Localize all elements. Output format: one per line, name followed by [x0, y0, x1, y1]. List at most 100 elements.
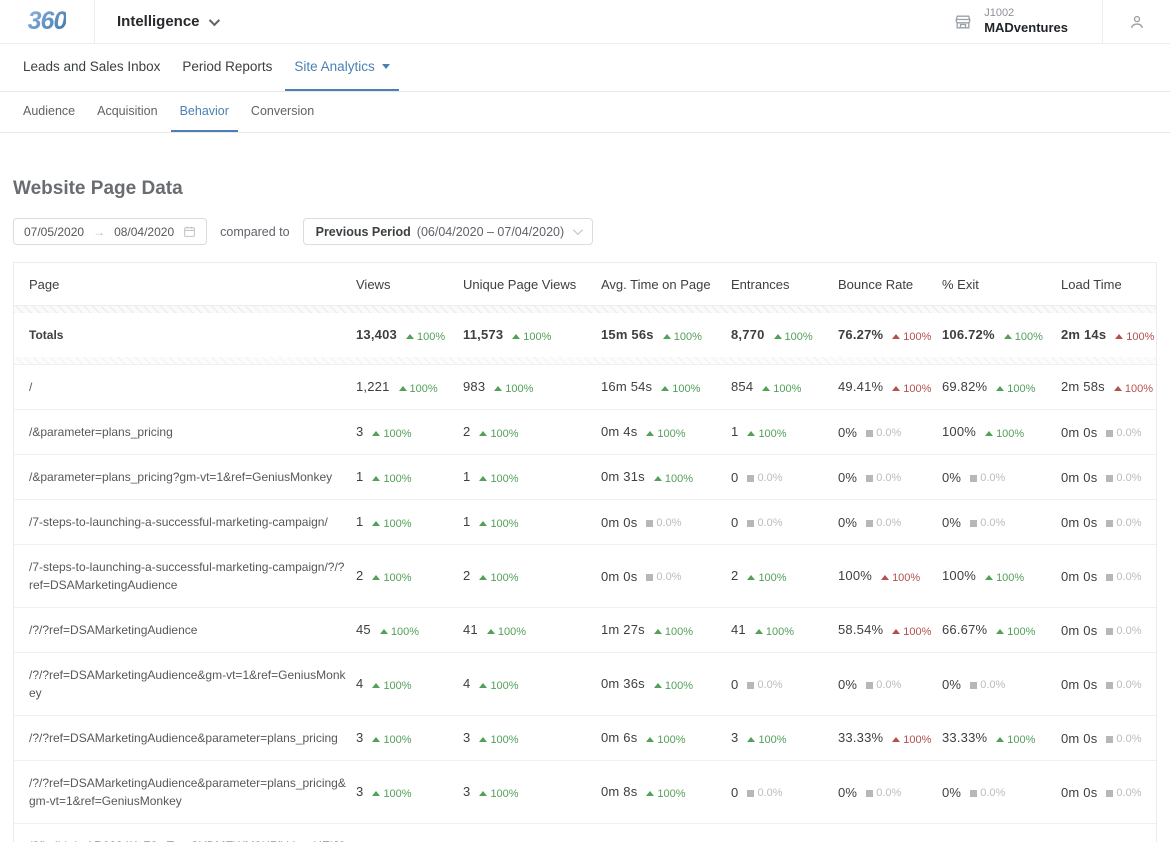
- trend-change: 100%: [390, 625, 420, 638]
- page-path: /?/?ref=DSAMarketingAudience&parameter=p…: [29, 731, 338, 745]
- nav-item-site-analytics[interactable]: Site Analytics: [285, 44, 399, 91]
- report-controls: 07/05/2020 → 08/04/2020 compared to Prev…: [13, 218, 1157, 245]
- metric-value: 983: [463, 379, 486, 395]
- metric-value: 106.72%: [942, 327, 995, 343]
- no-change-icon: [747, 474, 755, 482]
- column-header-unique-page-views[interactable]: Unique Page Views: [463, 277, 601, 292]
- no-change-icon: [1106, 627, 1114, 635]
- page-path: /?/?ref=DSAMarketingAudience&parameter=p…: [29, 776, 346, 808]
- metric-cell: 8,770 100%: [731, 327, 838, 343]
- neutral-indicator: 0.0%: [1106, 787, 1141, 799]
- metric-value: 0m 0s: [1061, 622, 1098, 638]
- trend-indicator: 100%: [996, 734, 1035, 746]
- trend-change: 0.0%: [876, 472, 902, 484]
- column-header-views[interactable]: Views: [356, 277, 463, 292]
- metric-cell: 1 100%: [356, 514, 463, 530]
- intelligence-menu[interactable]: Intelligence: [117, 0, 220, 43]
- trend-change: 100%: [490, 472, 519, 485]
- tab-audience[interactable]: Audience: [14, 92, 84, 132]
- metric-value: 100%: [942, 424, 977, 440]
- metric-value: 0m 0s: [1061, 730, 1098, 746]
- column-header-load-time[interactable]: Load Time: [1061, 277, 1156, 292]
- metric-cell: 0m 0s 0.0%: [1061, 425, 1156, 440]
- metric-value: 2: [463, 424, 471, 440]
- trend-up-icon: [653, 476, 662, 482]
- trend-indicator: 100%: [747, 734, 787, 746]
- metric-cell: 854 100%: [731, 379, 838, 395]
- trend-indicator: 100%: [398, 382, 438, 395]
- chevron-down-icon: [208, 14, 220, 26]
- trend-indicator: 100%: [646, 428, 686, 440]
- metric-cell: 0m 0s 0.0%: [601, 569, 731, 584]
- metric-cell: 0m 0s 0.0%: [1061, 623, 1156, 638]
- metric-value: 15m 56s: [601, 327, 654, 343]
- metric-cell: 1,221 100%: [356, 379, 463, 395]
- tab-behavior[interactable]: Behavior: [170, 92, 238, 132]
- user-icon: [1127, 12, 1147, 32]
- metric-cell: 16m 54s 100%: [601, 379, 731, 395]
- nav-item-leads-and-sales-inbox[interactable]: Leads and Sales Inbox: [14, 44, 169, 91]
- trend-change: 100%: [383, 679, 412, 692]
- trend-change: 0.0%: [1116, 427, 1142, 439]
- trend-up-icon: [372, 476, 381, 482]
- nav-item-period-reports[interactable]: Period Reports: [173, 44, 281, 91]
- page-cell: /?/?ref=DSAMarketingAudience: [14, 621, 356, 639]
- metric-cell: 0m 0s 0.0%: [601, 515, 731, 530]
- account-name: MADventures: [984, 20, 1068, 36]
- metric-value: 0%: [942, 514, 962, 530]
- trend-change: 100%: [383, 733, 412, 746]
- trend-up-icon: [479, 791, 488, 797]
- metric-cell: 0m 0s 0.0%: [1061, 785, 1156, 800]
- date-range-input[interactable]: 07/05/2020 → 08/04/2020: [13, 218, 208, 245]
- comparison-select[interactable]: Previous Period (06/04/2020 – 07/04/2020…: [302, 218, 594, 245]
- trend-indicator: 100%: [881, 572, 920, 584]
- page-cell: /&parameter=plans_pricing?gm-vt=1&ref=Ge…: [14, 468, 356, 486]
- metric-value: 0m 0s: [601, 568, 638, 584]
- trend-change: 100%: [490, 787, 519, 800]
- tab-acquisition[interactable]: Acquisition: [88, 92, 166, 132]
- tab-label: Behavior: [179, 104, 229, 118]
- user-menu-button[interactable]: [1102, 0, 1170, 43]
- trend-change: 100%: [383, 517, 412, 530]
- account-switcher[interactable]: J1002 MADventures: [953, 0, 1102, 43]
- metric-cell: 0% 0.0%: [838, 515, 942, 530]
- column-header-bounce-rate[interactable]: Bounce Rate: [838, 277, 942, 292]
- comparison-range: (06/04/2020 – 07/04/2020): [416, 224, 565, 239]
- trend-change: 100%: [490, 517, 519, 530]
- trend-indicator: 100%: [494, 383, 533, 395]
- column-header-entrances[interactable]: Entrances: [731, 277, 838, 292]
- metric-cell: 2 100%: [463, 568, 601, 584]
- trend-up-icon: [479, 575, 488, 581]
- trend-indicator: 100%: [479, 733, 519, 746]
- trend-change: 100%: [664, 625, 693, 638]
- trend-up-icon: [881, 575, 890, 581]
- trend-change: 100%: [903, 625, 932, 638]
- trend-change: 100%: [1007, 625, 1036, 638]
- trend-change: 0.0%: [757, 787, 783, 799]
- metric-cell: 15m 56s 100%: [601, 327, 731, 343]
- trend-up-icon: [646, 737, 655, 743]
- column-header-avg-time-on-page[interactable]: Avg. Time on Page: [601, 277, 731, 292]
- brand-logo[interactable]: 360: [0, 0, 95, 43]
- trend-up-icon: [405, 334, 414, 340]
- tab-conversion[interactable]: Conversion: [242, 92, 323, 132]
- date-start: 07/05/2020: [24, 224, 85, 239]
- neutral-indicator: 0.0%: [747, 472, 783, 484]
- trend-indicator: 100%: [892, 734, 931, 746]
- trend-change: 100%: [409, 382, 438, 395]
- trend-up-icon: [653, 629, 662, 635]
- trend-change: 100%: [490, 733, 519, 746]
- trend-indicator: 100%: [653, 680, 693, 692]
- neutral-indicator: 0.0%: [866, 472, 901, 484]
- metric-cell: 0m 0s 0.0%: [1061, 731, 1156, 746]
- metric-cell: 41 100%: [463, 622, 601, 638]
- metric-value: 4: [356, 676, 364, 692]
- trend-up-icon: [372, 737, 381, 743]
- neutral-indicator: 0.0%: [646, 517, 681, 529]
- table-header-row: Page Views Unique Page Views Avg. Time o…: [14, 263, 1156, 306]
- column-header-page[interactable]: Page: [14, 277, 356, 292]
- table-row: /1,221 100% 983 100% 16m 54s 100% 854 100% 49.41…: [14, 364, 1156, 409]
- trend-change: 0.0%: [980, 517, 1006, 529]
- column-header-percent-exit[interactable]: % Exit: [942, 277, 1061, 292]
- metric-value: 0: [731, 676, 739, 692]
